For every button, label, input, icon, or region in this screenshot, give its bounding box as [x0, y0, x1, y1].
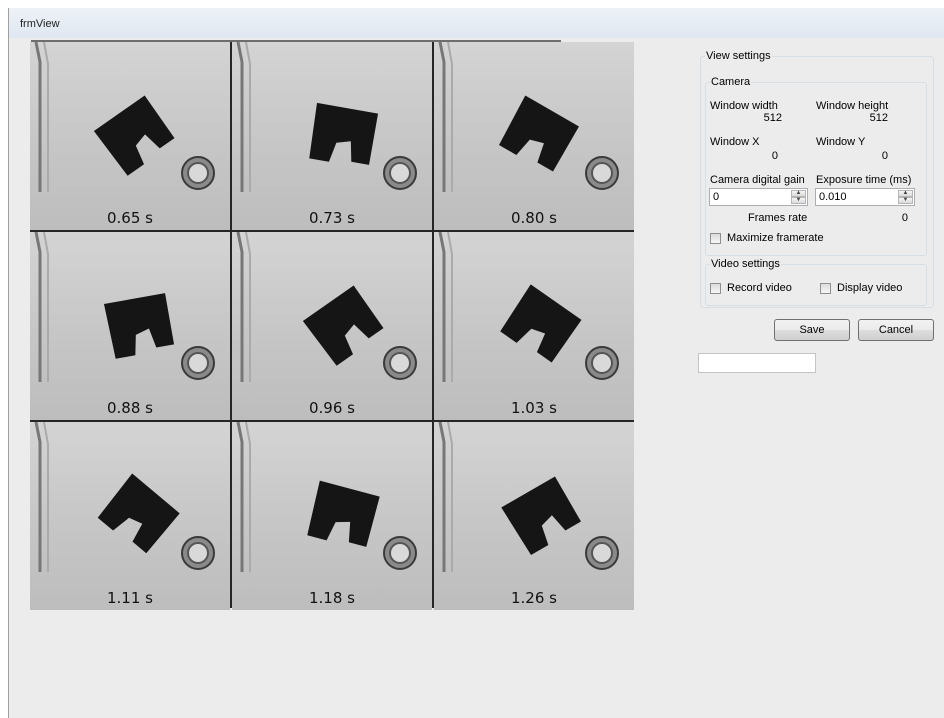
frame-image [438, 42, 619, 192]
video-frame: 0.65 s [30, 42, 230, 230]
frame-image [438, 422, 619, 572]
frame-image [34, 232, 215, 382]
exposure-label: Exposure time (ms) [816, 174, 912, 186]
maximize-framerate-label: Maximize framerate [727, 232, 824, 244]
frame-image [236, 42, 417, 192]
video-settings-group: Video settings Record video Display vide… [705, 258, 927, 306]
record-video-label: Record video [727, 282, 792, 294]
window-y-value: 0 [881, 150, 888, 162]
frame-image [236, 422, 417, 572]
window-height-value: 512 [869, 112, 888, 124]
exposure-spinbox[interactable]: ▲ ▼ [815, 188, 915, 206]
frame-time-label: 0.73 s [309, 209, 355, 227]
video-frame: 0.80 s [434, 42, 634, 230]
frame-time-label: 0.80 s [511, 209, 557, 227]
frame-time-label: 1.18 s [309, 589, 355, 607]
gain-spin-buttons[interactable]: ▲ ▼ [791, 190, 806, 204]
exposure-spin-buttons[interactable]: ▲ ▼ [898, 190, 913, 204]
display-video-box[interactable] [820, 282, 831, 294]
view-settings-legend: View settings [706, 50, 771, 62]
video-settings-legend: Video settings [711, 258, 780, 270]
frame-image [34, 422, 215, 572]
frame-time-label: 1.11 s [107, 589, 153, 607]
frame-time-label: 0.88 s [107, 399, 153, 417]
title-bar: frmView [9, 8, 944, 38]
video-frames-grid: 0.65 s 0.73 s 0.80 s 0.88 s 0.96 s 1.03 s 1.11… [30, 42, 634, 610]
display-video-label: Display video [837, 282, 903, 294]
video-frame: 0.73 s [232, 42, 432, 230]
exposure-up-arrow-icon[interactable]: ▲ [898, 190, 913, 197]
video-frame: 1.11 s [30, 422, 230, 610]
frames-rate-value: 0 [901, 212, 908, 224]
frame-time-label: 0.96 s [309, 399, 355, 417]
gain-down-arrow-icon[interactable]: ▼ [791, 197, 806, 204]
window-y-label: Window Y [816, 136, 866, 148]
record-video-checkbox[interactable]: Record video [710, 282, 792, 294]
cancel-button[interactable]: Cancel [858, 319, 934, 341]
video-frame: 1.18 s [232, 422, 432, 610]
video-frame: 0.88 s [30, 232, 230, 420]
frame-time-label: 0.65 s [107, 209, 153, 227]
view-settings-group: View settings Camera Window width 512 Wi… [700, 50, 934, 308]
camera-legend: Camera [711, 76, 751, 88]
save-button[interactable]: Save [774, 319, 850, 341]
frames-rate-label: Frames rate [748, 212, 808, 224]
gain-spinbox[interactable]: ▲ ▼ [709, 188, 808, 206]
window-height-label: Window height [816, 100, 889, 112]
frame-image [34, 42, 215, 192]
video-frame: 1.26 s [434, 422, 634, 610]
video-frame: 0.96 s [232, 232, 432, 420]
maximize-framerate-checkbox[interactable]: Maximize framerate [710, 232, 824, 244]
exposure-input[interactable] [816, 189, 897, 205]
maximize-framerate-box[interactable] [710, 232, 721, 244]
frame-image [438, 232, 619, 382]
exposure-down-arrow-icon[interactable]: ▼ [898, 197, 913, 204]
gain-label: Camera digital gain [710, 174, 805, 186]
status-text-field[interactable] [698, 353, 816, 373]
frame-image [236, 232, 417, 382]
window-width-label: Window width [710, 100, 778, 112]
camera-group: Camera Window width 512 Window height 51… [705, 76, 927, 256]
gain-input[interactable] [710, 189, 790, 205]
display-video-checkbox[interactable]: Display video [820, 282, 902, 294]
window-x-label: Window X [710, 136, 760, 148]
window-title: frmView [20, 18, 60, 30]
video-frame: 1.03 s [434, 232, 634, 420]
frame-time-label: 1.03 s [511, 399, 557, 417]
frame-time-label: 1.26 s [511, 589, 557, 607]
record-video-box[interactable] [710, 282, 721, 294]
window-x-value: 0 [771, 150, 778, 162]
window-width-value: 512 [763, 112, 782, 124]
gain-up-arrow-icon[interactable]: ▲ [791, 190, 806, 197]
